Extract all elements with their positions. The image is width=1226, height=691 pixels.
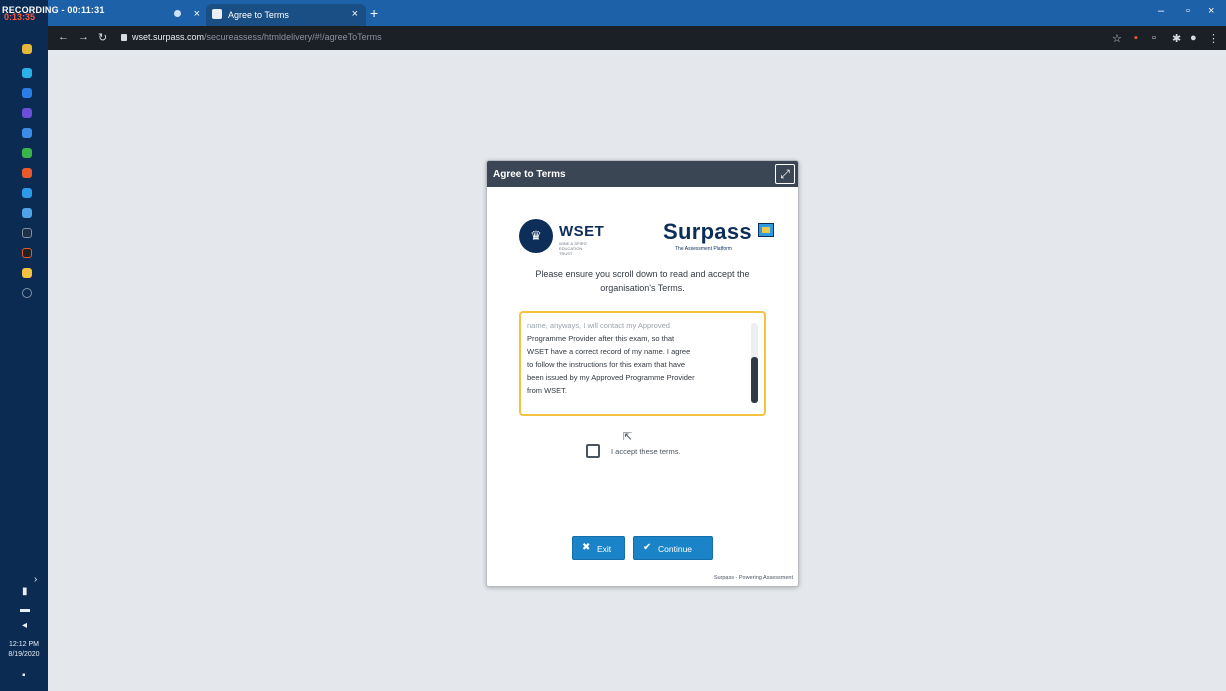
tab-inactive[interactable]: × (170, 4, 204, 26)
app-icon[interactable] (22, 148, 32, 158)
browser-icon[interactable] (22, 68, 32, 78)
wset-logo: ♛ WSET WINE & SPIRIT EDUCATION TRUST (519, 219, 619, 256)
recording-label: RECORDING - 00:11:31 (2, 5, 105, 15)
surpass-badge-icon (758, 223, 774, 237)
close-icon[interactable]: × (352, 8, 358, 20)
terms-line: WSET have a correct record of my name. I… (527, 347, 691, 356)
app-icon[interactable] (22, 248, 32, 258)
notification-icon[interactable]: ▪ (22, 670, 26, 681)
powered-by-footer: Surpass - Powering Assessment (713, 575, 793, 581)
chevron-right-icon[interactable]: › (34, 574, 37, 585)
maximize-icon[interactable]: ▫ (1186, 5, 1190, 17)
url-path: /secureassess/htmldelivery/#!/agreeToTer… (204, 32, 382, 42)
chrome-icon[interactable] (22, 268, 32, 278)
volume-icon[interactable]: ◂ (22, 620, 27, 631)
continue-button[interactable]: ✔ Continue (633, 536, 713, 560)
battery-icon[interactable]: ▮ (22, 586, 28, 597)
minimize-icon[interactable]: – (1158, 5, 1164, 17)
terms-line: from WSET. (527, 386, 568, 395)
wset-wordmark: WSET (559, 223, 605, 240)
dialog-title: Agree to Terms (493, 169, 566, 180)
browser-titlebar: RECORDING - 00:11:31 × Agree to Terms × … (2, 0, 1226, 26)
exit-button[interactable]: ✖ Exit (572, 536, 625, 560)
scrollbar-thumb[interactable] (751, 357, 758, 403)
terms-text: name, anyways, I will contact my Approve… (527, 319, 752, 397)
dialog-header: Agree to Terms ⤢ (487, 161, 798, 187)
page-background: Agree to Terms ⤢ ♛ WSET WINE & SPIRIT ED… (48, 50, 1226, 691)
agree-to-terms-dialog: Agree to Terms ⤢ ♛ WSET WINE & SPIRIT ED… (486, 160, 799, 587)
terms-line: Programme Provider after this exam, so t… (527, 334, 675, 343)
extension-icon[interactable]: ▫ (1152, 32, 1156, 44)
taskbar-date[interactable]: 8/19/2020 (4, 650, 44, 659)
app-icon[interactable] (22, 108, 32, 118)
mouse-cursor-icon: ⇱ (623, 431, 633, 443)
file-explorer-icon[interactable] (22, 44, 32, 54)
surpass-logo: Surpass The Assessment Platform (663, 219, 783, 253)
network-icon[interactable]: ▬ (20, 604, 30, 615)
tab-agree-to-terms[interactable]: Agree to Terms × (206, 4, 366, 26)
accept-terms-checkbox[interactable] (586, 444, 600, 458)
checkmark-icon: ✔ (643, 542, 652, 553)
expand-button[interactable]: ⤢ (775, 164, 795, 184)
exit-button-label: Exit (597, 544, 612, 554)
firefox-icon[interactable] (22, 168, 32, 178)
onedrive-icon[interactable] (22, 188, 32, 198)
app-icon[interactable] (22, 208, 32, 218)
tab-favicon-icon (212, 9, 222, 19)
terms-line: been issued by my Approved Programme Pro… (527, 373, 695, 382)
window-close-icon[interactable]: × (1208, 5, 1214, 17)
reload-icon[interactable]: ↻ (98, 31, 107, 44)
back-icon[interactable]: ← (58, 31, 69, 43)
surpass-tagline: The Assessment Platform (675, 246, 732, 252)
wset-subtitle: WINE & SPIRIT EDUCATION TRUST (559, 241, 588, 256)
close-icon: ✖ (582, 542, 591, 553)
forward-icon[interactable]: → (78, 31, 89, 43)
address-bar: ← → ↻ wset.surpass.com/secureassess/html… (48, 26, 1226, 50)
app-icon[interactable] (22, 128, 32, 138)
terms-line: to follow the instructions for this exam… (527, 360, 685, 369)
bookmark-star-icon[interactable]: ☆ (1112, 32, 1122, 45)
taskbar: 0:13:35 › ▮ ▬ ◂ 12:12 PM 8/19/2020 ▪ (0, 0, 48, 691)
terms-line: name, anyways, I will contact my Approve… (527, 321, 670, 330)
url-host: wset.surpass.com (132, 32, 205, 42)
wset-emblem-icon: ♛ (519, 219, 553, 253)
tab-favicon-icon (174, 10, 181, 17)
app-icon[interactable] (22, 228, 32, 238)
accept-terms-label[interactable]: I accept these terms. (611, 447, 681, 456)
surpass-wordmark: Surpass (663, 219, 752, 244)
instruction-text: Please ensure you scroll down to read an… (535, 269, 750, 293)
new-tab-icon[interactable]: + (370, 5, 378, 21)
expand-icon: ⤢ (780, 167, 790, 181)
profile-icon[interactable]: ● (1190, 32, 1197, 44)
accept-terms-row[interactable]: I accept these terms. (586, 444, 726, 460)
tab-title: Agree to Terms (228, 10, 289, 20)
terms-scroll-box[interactable]: name, anyways, I will contact my Approve… (519, 311, 766, 416)
url-field[interactable]: wset.surpass.com/secureassess/htmldelive… (132, 32, 382, 42)
extension-icon[interactable]: ▪ (1134, 32, 1138, 44)
close-icon[interactable]: × (194, 8, 200, 20)
lock-icon (121, 34, 127, 41)
edge-icon[interactable] (22, 88, 32, 98)
taskbar-time[interactable]: 12:12 PM (4, 640, 44, 649)
continue-button-label: Continue (658, 544, 693, 554)
terms-scrollbar[interactable] (751, 323, 758, 403)
extensions-puzzle-icon[interactable]: ✱ (1172, 32, 1181, 45)
menu-icon[interactable]: ⋮ (1208, 32, 1219, 45)
app-icon[interactable] (22, 288, 32, 298)
